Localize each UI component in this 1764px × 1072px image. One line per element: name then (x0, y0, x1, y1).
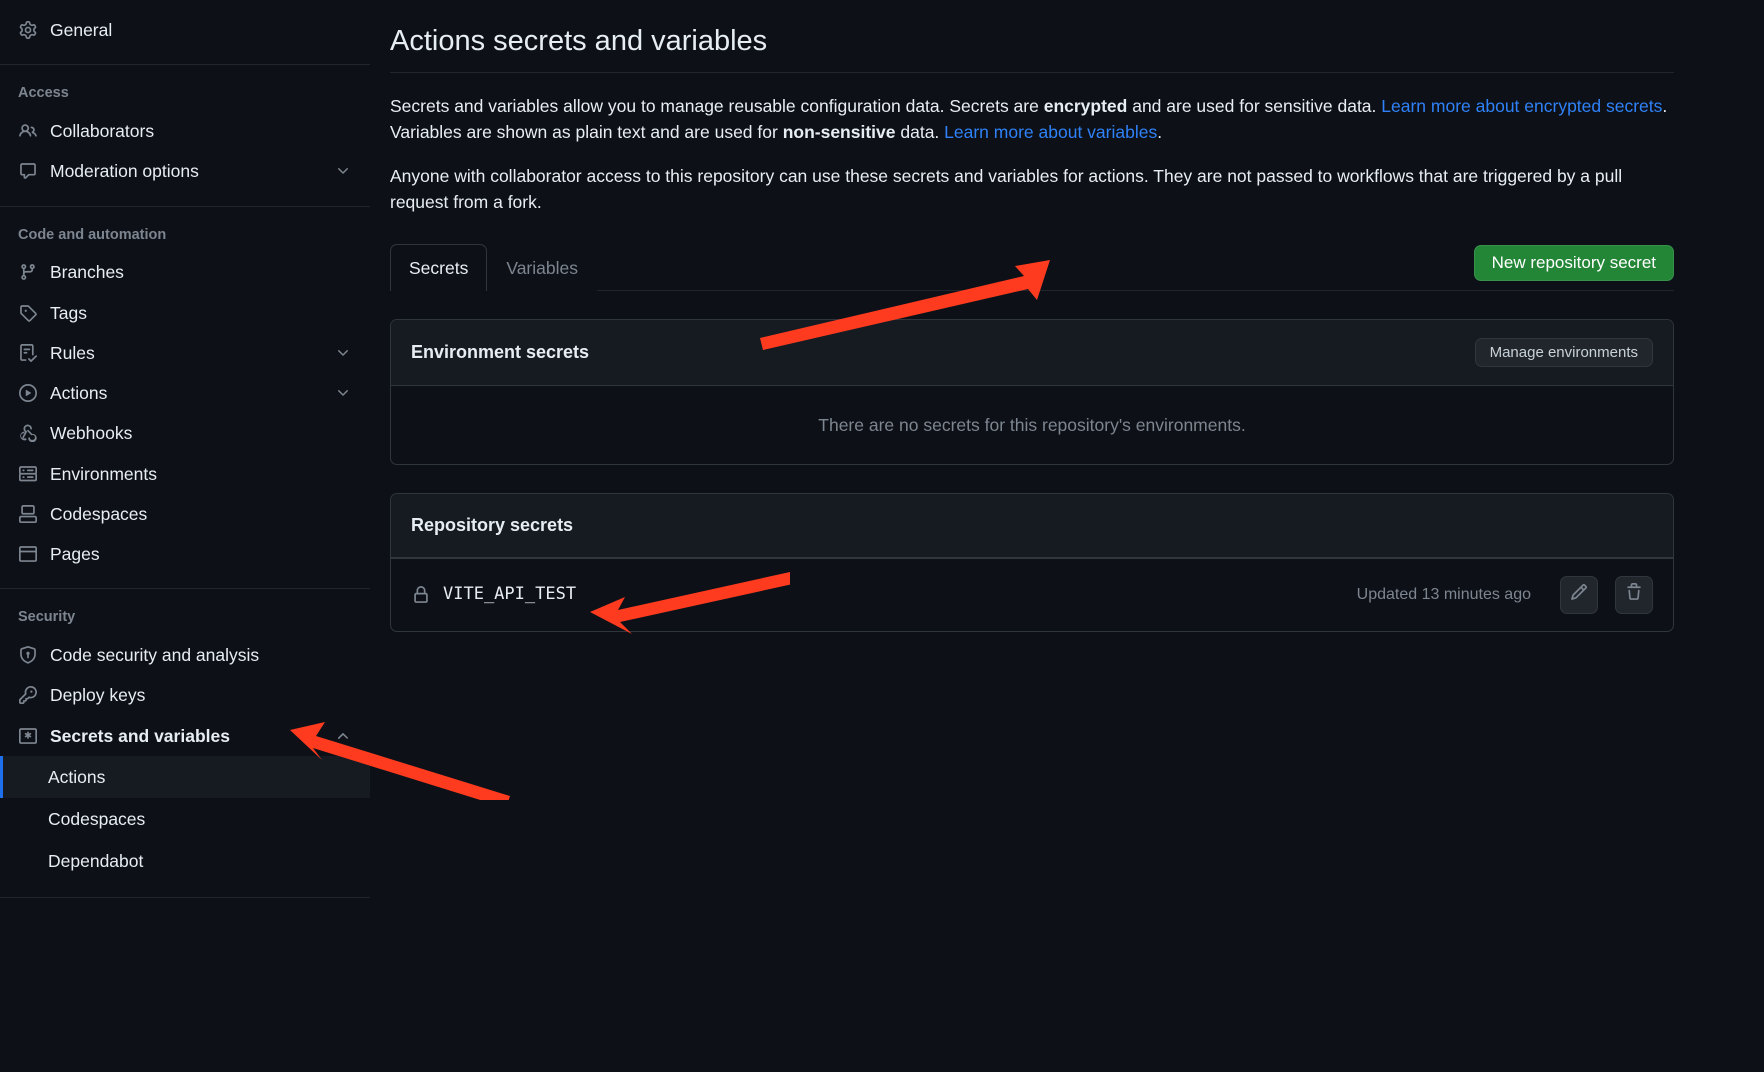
link-encrypted-secrets[interactable]: Learn more about encrypted secrets (1381, 96, 1662, 116)
sidebar-item-collaborators[interactable]: Collaborators (0, 111, 370, 151)
page-title: Actions secrets and variables (390, 20, 1674, 73)
sidebar-item-label: Dependabot (48, 851, 143, 871)
comment-icon (18, 161, 38, 181)
sidebar-sub-codespaces[interactable]: Codespaces (0, 798, 370, 840)
pencil-icon (1570, 582, 1588, 608)
browser-icon (18, 544, 38, 564)
sidebar-item-label: General (50, 17, 352, 43)
description-1: Secrets and variables allow you to manag… (390, 93, 1674, 146)
sidebar-item-moderation[interactable]: Moderation options (0, 151, 370, 191)
sidebar-item-secrets-variables[interactable]: Secrets and variables (0, 716, 370, 756)
new-repository-secret-button[interactable]: New repository secret (1474, 245, 1674, 281)
sidebar-item-environments[interactable]: Environments (0, 454, 370, 494)
sidebar-heading-access: Access (0, 75, 370, 111)
tab-variables[interactable]: Variables (487, 244, 597, 291)
sidebar-item-label: Codespaces (48, 809, 145, 829)
sidebar-item-label: Environments (50, 461, 352, 487)
chevron-down-icon (334, 162, 352, 180)
asterisk-icon (18, 726, 38, 746)
box-title: Environment secrets (411, 339, 1475, 366)
sidebar-item-webhooks[interactable]: Webhooks (0, 413, 370, 453)
sidebar-item-label: Actions (50, 380, 322, 406)
branch-icon (18, 262, 38, 282)
settings-sidebar: General Access Collaborators Moderation … (0, 0, 370, 918)
sidebar-item-label: Pages (50, 541, 352, 567)
sidebar-sub-actions[interactable]: Actions (0, 756, 370, 798)
sidebar-item-label: Code security and analysis (50, 642, 352, 668)
chevron-down-icon (334, 384, 352, 402)
sidebar-item-label: Deploy keys (50, 682, 352, 708)
sidebar-item-rules[interactable]: Rules (0, 333, 370, 373)
tab-secrets[interactable]: Secrets (390, 244, 487, 291)
rules-icon (18, 343, 38, 363)
sidebar-item-label: Branches (50, 259, 352, 285)
secret-name: VITE_API_TEST (443, 582, 1345, 608)
sidebar-item-label: Tags (50, 300, 352, 326)
shield-icon (18, 645, 38, 665)
secret-row: VITE_API_TEST Updated 13 minutes ago (391, 558, 1673, 631)
sidebar-heading-security: Security (0, 599, 370, 635)
chevron-up-icon (334, 727, 352, 745)
gear-icon (18, 20, 38, 40)
sidebar-item-label: Webhooks (50, 420, 352, 446)
box-title: Repository secrets (411, 512, 1653, 539)
sidebar-heading-code: Code and automation (0, 217, 370, 253)
link-variables[interactable]: Learn more about variables (944, 122, 1157, 142)
tab-row: Secrets Variables New repository secret (390, 244, 1674, 291)
delete-secret-button[interactable] (1615, 576, 1653, 614)
sidebar-item-general[interactable]: General (0, 10, 370, 50)
secret-updated: Updated 13 minutes ago (1357, 583, 1531, 607)
key-icon (18, 685, 38, 705)
main-content: Actions secrets and variables Secrets an… (370, 0, 1764, 918)
sidebar-item-actions[interactable]: Actions (0, 373, 370, 413)
play-icon (18, 383, 38, 403)
env-empty-message: There are no secrets for this repository… (391, 386, 1673, 464)
sidebar-item-branches[interactable]: Branches (0, 252, 370, 292)
lock-icon (411, 585, 431, 605)
sidebar-item-label: Codespaces (50, 501, 352, 527)
webhook-icon (18, 423, 38, 443)
sidebar-item-label: Actions (48, 767, 105, 787)
edit-secret-button[interactable] (1560, 576, 1598, 614)
environment-secrets-box: Environment secrets Manage environments … (390, 319, 1674, 465)
sidebar-item-label: Secrets and variables (50, 723, 322, 749)
sidebar-item-code-security[interactable]: Code security and analysis (0, 635, 370, 675)
sidebar-item-deploy-keys[interactable]: Deploy keys (0, 675, 370, 715)
repository-secrets-box: Repository secrets VITE_API_TEST Updated… (390, 493, 1674, 632)
tag-icon (18, 303, 38, 323)
manage-environments-button[interactable]: Manage environments (1475, 338, 1653, 367)
chevron-down-icon (334, 344, 352, 362)
sidebar-item-label: Moderation options (50, 158, 322, 184)
sidebar-item-label: Collaborators (50, 118, 352, 144)
sidebar-item-codespaces[interactable]: Codespaces (0, 494, 370, 534)
sidebar-item-pages[interactable]: Pages (0, 534, 370, 574)
sidebar-item-label: Rules (50, 340, 322, 366)
sidebar-item-tags[interactable]: Tags (0, 293, 370, 333)
description-2: Anyone with collaborator access to this … (390, 163, 1674, 216)
sidebar-sub-dependabot[interactable]: Dependabot (0, 840, 370, 882)
server-icon (18, 464, 38, 484)
people-icon (18, 121, 38, 141)
codespaces-icon (18, 504, 38, 524)
trash-icon (1625, 582, 1643, 608)
